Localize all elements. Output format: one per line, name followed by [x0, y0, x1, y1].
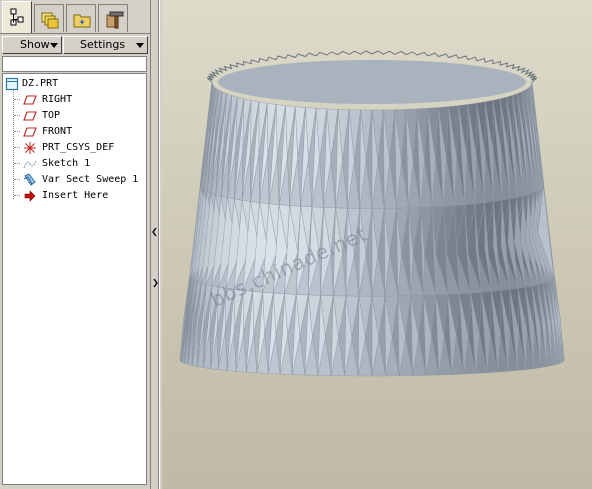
tree-item-front[interactable]: FRONT	[3, 124, 143, 140]
tab-favorites-tools[interactable]	[98, 4, 128, 32]
settings-menu-button[interactable]: Settings	[63, 36, 148, 54]
chevron-down-icon	[50, 43, 58, 48]
tree-item-sketch-1[interactable]: Sketch 1	[3, 156, 143, 172]
splitter-edge	[150, 0, 151, 489]
tree-item-label: Sketch 1	[42, 158, 91, 169]
show-menu-button[interactable]: Show	[2, 36, 62, 54]
tab-model-tree[interactable]	[2, 1, 32, 34]
insert-arrow-icon	[24, 190, 36, 202]
tree-item-insert-here[interactable]: Insert Here	[3, 188, 143, 204]
layers-icon	[41, 12, 59, 29]
sketch-icon	[23, 160, 37, 169]
part-icon	[5, 77, 19, 91]
folder-browser-icon	[73, 14, 91, 28]
tree-item-var-sect-sweep-1[interactable]: Var Sect Sweep 1	[3, 172, 143, 188]
tabbar-baseline	[0, 33, 150, 34]
tree-filter-field[interactable]	[2, 56, 147, 72]
splitter-edge	[159, 0, 160, 489]
tree-item-right[interactable]: RIGHT	[3, 92, 143, 108]
tree-item-dz-prt[interactable]: DZ.PRT	[3, 76, 143, 92]
inner-rim	[218, 60, 526, 104]
settings-menu-label: Settings	[80, 38, 126, 51]
tree-item-label: RIGHT	[42, 94, 73, 105]
coordinate-system-icon	[24, 142, 36, 154]
tree-toolbar: Show Settings	[0, 35, 150, 55]
sweep-feature-icon	[23, 173, 36, 186]
tree-item-label: Insert Here	[42, 190, 109, 201]
chevron-down-icon	[136, 43, 144, 48]
panel-splitter[interactable]	[150, 0, 162, 489]
navigator-panel: Show Settings DZ.PRT RIGHT TOP FRONT PRT…	[0, 0, 150, 489]
tree-item-label: TOP	[42, 110, 61, 121]
tree-item-label: Var Sect Sweep 1	[42, 174, 139, 185]
datum-plane-icon	[23, 95, 37, 105]
tree-item-prt-csys-def[interactable]: PRT_CSYS_DEF	[3, 140, 143, 156]
model-tree: DZ.PRT RIGHT TOP FRONT PRT_CSYS_DEF Sket…	[2, 73, 147, 485]
datum-plane-icon	[23, 127, 37, 137]
datum-plane-icon	[23, 111, 37, 121]
collapse-left-icon[interactable]	[151, 226, 158, 238]
model-tree-icon	[10, 8, 24, 26]
navigator-tabbar	[0, 0, 150, 34]
tree-item-label: DZ.PRT	[22, 78, 59, 89]
pleated-lampshade-model[interactable]	[162, 0, 592, 489]
show-menu-label: Show	[20, 38, 50, 51]
graphics-viewport[interactable]: bbs.chinade.net	[162, 0, 592, 489]
tree-item-label: FRONT	[42, 126, 73, 137]
favorites-tools-icon	[106, 11, 124, 29]
expand-right-icon[interactable]	[152, 277, 159, 289]
tab-layers[interactable]	[34, 4, 64, 32]
tree-item-label: PRT_CSYS_DEF	[42, 142, 115, 153]
tree-item-top[interactable]: TOP	[3, 108, 143, 124]
tab-folder-browser[interactable]	[66, 4, 96, 32]
